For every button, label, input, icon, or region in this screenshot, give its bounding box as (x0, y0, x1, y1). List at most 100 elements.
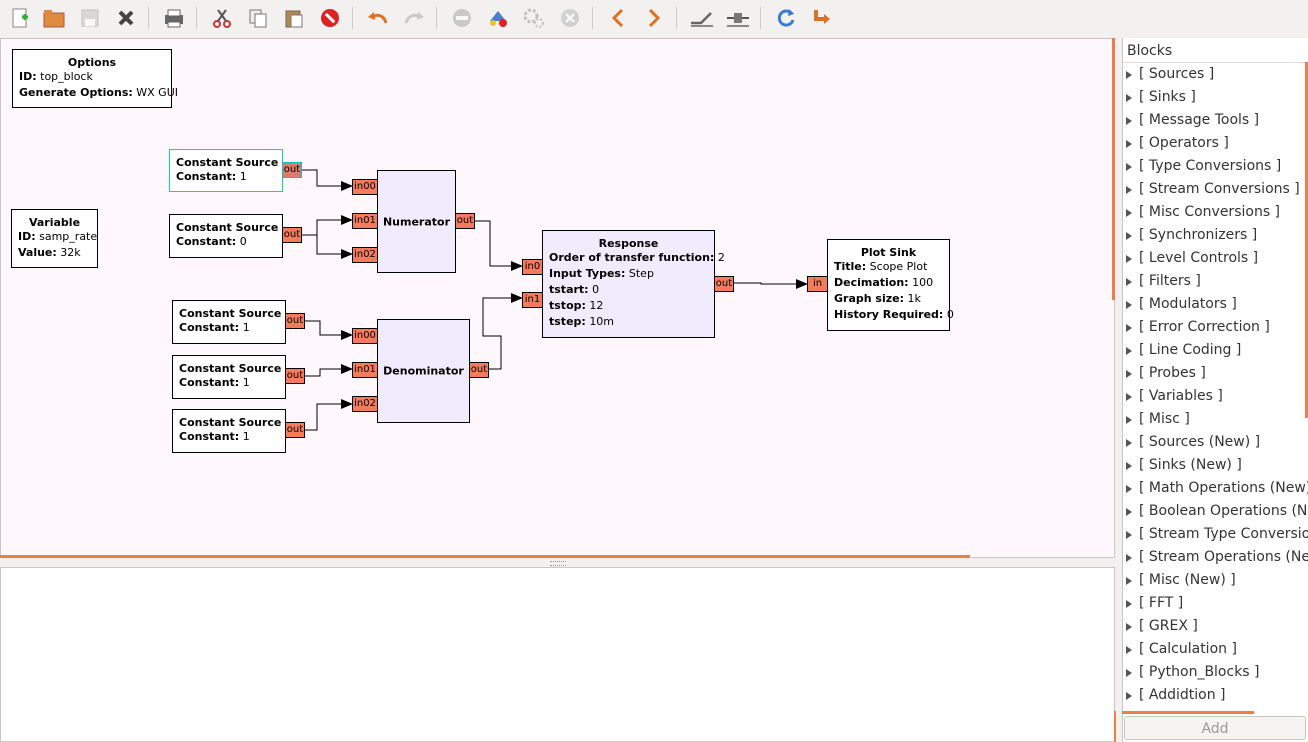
denominator-block[interactable]: Denominator (377, 319, 470, 423)
expander-arrow-icon[interactable] (1126, 71, 1132, 79)
expander-arrow-icon[interactable] (1126, 117, 1132, 125)
expander-arrow-icon[interactable] (1126, 462, 1132, 470)
blocks-category[interactable]: [ Boolean Operations (New) ] (1123, 500, 1308, 523)
blocks-category[interactable]: [ Stream Conversions ] (1123, 178, 1308, 201)
blocks-category[interactable]: [ Operators ] (1123, 132, 1308, 155)
paste-icon[interactable] (280, 4, 308, 32)
blocks-category[interactable]: [ Filters ] (1123, 270, 1308, 293)
expander-arrow-icon[interactable] (1126, 347, 1132, 355)
expander-arrow-icon[interactable] (1126, 370, 1132, 378)
blocks-category[interactable]: [ GREX ] (1123, 615, 1308, 638)
port-out[interactable]: out (285, 313, 305, 329)
blocks-category[interactable]: [ FFT ] (1123, 592, 1308, 615)
blocks-category[interactable]: [ Error Correction ] (1123, 316, 1308, 339)
port-in1[interactable]: in1 (522, 292, 543, 308)
expander-arrow-icon[interactable] (1126, 485, 1132, 493)
port-in00[interactable]: in00 (352, 179, 378, 195)
expander-arrow-icon[interactable] (1126, 416, 1132, 424)
cut-icon[interactable] (208, 4, 236, 32)
port-in[interactable]: in (807, 276, 828, 292)
blocks-category[interactable]: [ Python_Blocks ] (1123, 661, 1308, 684)
port-out[interactable]: out (285, 368, 305, 384)
open-icon[interactable] (40, 4, 68, 32)
options-block[interactable]: Options ID: top_block Generate Options: … (12, 49, 178, 108)
expander-arrow-icon[interactable] (1126, 669, 1132, 677)
undo-icon[interactable] (364, 4, 392, 32)
blocks-category[interactable]: [ Calculation ] (1123, 638, 1308, 661)
constant-source-block[interactable]: Constant Source Constant: 1 (172, 409, 286, 453)
expander-arrow-icon[interactable] (1126, 232, 1132, 240)
constant-source-block[interactable]: Constant Source Constant: 0 (169, 214, 283, 258)
blocks-category[interactable]: [ Modulators ] (1123, 293, 1308, 316)
blocks-category[interactable]: [ Misc Conversions ] (1123, 201, 1308, 224)
expander-arrow-icon[interactable] (1126, 439, 1132, 447)
reload-icon[interactable] (772, 4, 800, 32)
plot-sink-block[interactable]: Plot Sink Title: Scope Plot Decimation: … (827, 239, 954, 331)
port-out[interactable]: out (282, 162, 302, 178)
port-out[interactable]: out (455, 213, 475, 229)
port-out[interactable]: out (285, 422, 305, 438)
expander-arrow-icon[interactable] (1126, 186, 1132, 194)
blocks-category[interactable]: [ Sources ] (1123, 63, 1308, 86)
blocks-category[interactable]: [ Misc ] (1123, 408, 1308, 431)
port-in02[interactable]: in02 (352, 247, 378, 263)
pane-grip[interactable] (550, 561, 566, 566)
expander-arrow-icon[interactable] (1126, 600, 1132, 608)
blocks-category[interactable]: [ Synchronizers ] (1123, 224, 1308, 247)
port-in01[interactable]: in01 (352, 362, 378, 378)
expander-arrow-icon[interactable] (1126, 324, 1132, 332)
copy-icon[interactable] (244, 4, 272, 32)
rotate-ccw-icon[interactable] (604, 4, 632, 32)
constant-source-block[interactable]: Constant Source Constant: 1 (172, 355, 286, 399)
expander-arrow-icon[interactable] (1126, 278, 1132, 286)
flowgraph-canvas[interactable]: Options ID: top_block Generate Options: … (0, 38, 1115, 558)
blocks-category[interactable]: [ Sinks ] (1123, 86, 1308, 109)
expander-arrow-icon[interactable] (1126, 508, 1132, 516)
expander-arrow-icon[interactable] (1126, 577, 1132, 585)
expander-arrow-icon[interactable] (1126, 209, 1132, 217)
new-icon[interactable] (6, 4, 34, 32)
constant-source-block[interactable]: Constant Source Constant: 1 (172, 300, 286, 344)
expander-arrow-icon[interactable] (1126, 531, 1132, 539)
generate-icon[interactable] (484, 4, 512, 32)
port-out[interactable]: out (282, 227, 302, 243)
print-icon[interactable] (160, 4, 188, 32)
redo-icon[interactable] (400, 4, 428, 32)
rotate-cw-icon[interactable] (640, 4, 668, 32)
expander-arrow-icon[interactable] (1126, 646, 1132, 654)
expander-arrow-icon[interactable] (1126, 623, 1132, 631)
enable-icon[interactable] (688, 4, 716, 32)
expander-arrow-icon[interactable] (1126, 255, 1132, 263)
save-icon[interactable] (76, 4, 104, 32)
blocks-category[interactable]: [ Message Tools ] (1123, 109, 1308, 132)
variable-block[interactable]: Variable ID: samp_rate Value: 32k (11, 209, 98, 268)
close-icon[interactable] (112, 4, 140, 32)
blocks-category[interactable]: [ Stream Operations (New) ] (1123, 546, 1308, 569)
canvas-vscrollbar[interactable] (1112, 38, 1115, 300)
port-in0[interactable]: in0 (522, 259, 543, 275)
response-block[interactable]: Response Order of transfer function: 2 I… (542, 230, 725, 338)
expander-arrow-icon[interactable] (1126, 94, 1132, 102)
blocks-header[interactable]: Blocks (1123, 40, 1308, 63)
expander-arrow-icon[interactable] (1126, 393, 1132, 401)
disable-icon[interactable] (448, 4, 476, 32)
numerator-block[interactable]: Numerator (377, 170, 456, 273)
port-out[interactable]: out (714, 276, 734, 292)
expander-arrow-icon[interactable] (1126, 554, 1132, 562)
blocks-category[interactable]: [ Misc (New) ] (1123, 569, 1308, 592)
blocks-hscrollbar[interactable] (1122, 711, 1254, 714)
expander-arrow-icon[interactable] (1126, 140, 1132, 148)
canvas-hscrollbar[interactable] (0, 555, 970, 558)
port-in00[interactable]: in00 (352, 328, 378, 344)
port-out[interactable]: out (469, 362, 489, 378)
expander-arrow-icon[interactable] (1126, 301, 1132, 309)
bypass-icon[interactable] (724, 4, 752, 32)
console-panel[interactable] (0, 567, 1115, 742)
blocks-category[interactable]: [ Line Coding ] (1123, 339, 1308, 362)
find-block-icon[interactable] (808, 4, 836, 32)
blocks-category[interactable]: [ Variables ] (1123, 385, 1308, 408)
execute-icon[interactable] (520, 4, 548, 32)
expander-arrow-icon[interactable] (1126, 692, 1132, 700)
delete-icon[interactable] (316, 4, 344, 32)
constant-source-block[interactable]: Constant Source Constant: 1 (169, 149, 283, 192)
